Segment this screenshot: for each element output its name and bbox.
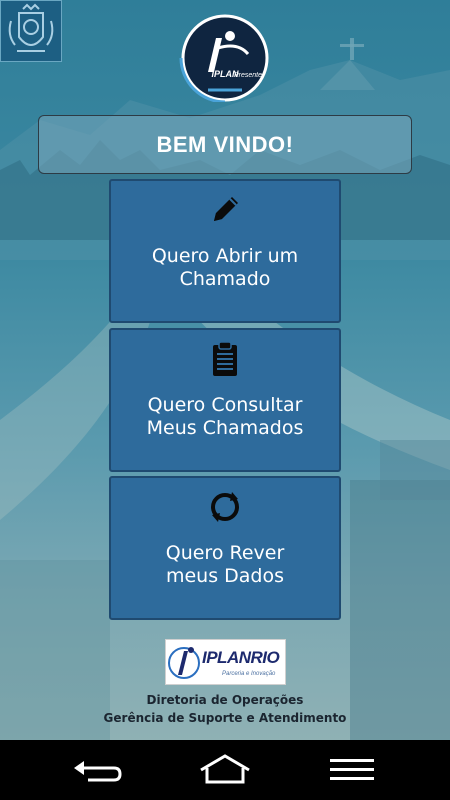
back-icon: [74, 761, 122, 782]
review-data-label: Quero Rever meus Dados: [165, 542, 285, 587]
open-ticket-label: Quero Abrir um Chamado: [151, 245, 299, 290]
app-screen: IPLAN Presente BEM VINDO! Quero Abrir um…: [0, 0, 450, 740]
open-ticket-button[interactable]: Quero Abrir um Chamado: [109, 179, 341, 323]
welcome-banner: BEM VINDO!: [38, 115, 412, 174]
iplan-presente-logo: IPLAN Presente: [178, 14, 272, 104]
clipboard-icon: [111, 341, 339, 376]
department-line-1: Diretoria de Operações: [146, 693, 304, 707]
menu-icon: [330, 759, 374, 780]
system-navigation-bar: [0, 740, 450, 800]
iplanrio-brand: IPLANRIO: [202, 648, 280, 667]
view-tickets-button[interactable]: Quero Consultar Meus Chamados: [109, 328, 341, 472]
department-line-2: Gerência de Suporte e Atendimento: [103, 711, 347, 725]
view-tickets-label: Quero Consultar Meus Chamados: [146, 394, 304, 439]
home-icon: [200, 754, 250, 784]
review-data-button[interactable]: Quero Rever meus Dados: [109, 476, 341, 620]
iplanrio-logo: IPLANRIO Parceria e Inovação: [165, 639, 286, 685]
home-button[interactable]: [195, 752, 255, 788]
logo-sub-text: Presente: [234, 72, 262, 79]
crest-icon: [8, 3, 54, 52]
back-button[interactable]: [68, 752, 128, 788]
pencil-icon: [111, 193, 339, 227]
menu-button[interactable]: [322, 752, 382, 788]
iplanrio-tagline: Parceria e Inovação: [222, 671, 276, 677]
refresh-icon: [111, 490, 339, 524]
welcome-title: BEM VINDO!: [156, 131, 294, 157]
city-crest-logo: [0, 0, 62, 62]
